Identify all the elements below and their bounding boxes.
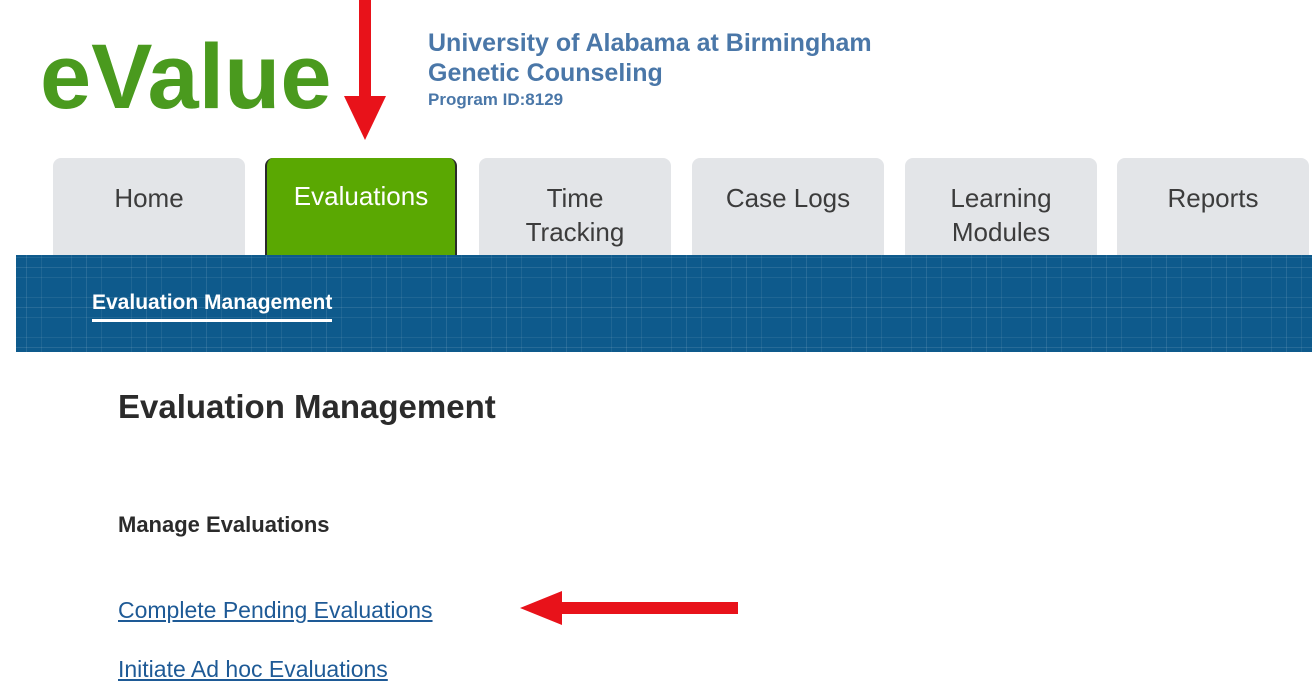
- tab-evaluations[interactable]: Evaluations: [265, 158, 457, 255]
- main-tabs: Home Evaluations Time Tracking Case Logs…: [0, 158, 1312, 255]
- section-title: Manage Evaluations: [118, 512, 330, 537]
- initiate-adhoc-evaluations-link[interactable]: Initiate Ad hoc Evaluations: [118, 656, 388, 683]
- tab-case-logs[interactable]: Case Logs: [692, 158, 884, 255]
- down-arrow-annotation: [344, 0, 386, 140]
- subnav-band: Evaluation Management: [16, 255, 1312, 352]
- complete-pending-evaluations-link[interactable]: Complete Pending Evaluations: [118, 597, 433, 624]
- tab-label: Time: [546, 183, 604, 213]
- tab-label: Learning: [950, 183, 1052, 213]
- arrow-head: [520, 591, 562, 625]
- program-info: University of Alabama at Birmingham Gene…: [428, 28, 872, 112]
- tab-reports[interactable]: Reports: [1117, 158, 1309, 255]
- org-name: University of Alabama at Birmingham: [428, 29, 872, 57]
- tab-label: Home: [114, 183, 184, 213]
- subnav-evaluation-management-link[interactable]: Evaluation Management: [92, 291, 333, 322]
- tab-label: Case Logs: [725, 183, 851, 213]
- tab-learning-modules[interactable]: Learning Modules: [905, 158, 1097, 255]
- page-title: Evaluation Management: [118, 388, 496, 425]
- logo-text: eValue: [40, 26, 332, 128]
- evalue-logo: eValue: [40, 26, 332, 128]
- tab-home[interactable]: Home: [53, 158, 245, 255]
- tab-label: Tracking: [525, 217, 625, 247]
- program-id: Program ID:8129: [428, 90, 564, 109]
- arrow-head: [344, 96, 386, 140]
- arrow-shaft: [558, 602, 738, 614]
- tab-label: Modules: [951, 217, 1051, 247]
- arrow-shaft: [359, 0, 371, 100]
- tab-label: Reports: [1167, 183, 1259, 213]
- left-arrow-annotation: [520, 591, 738, 625]
- tab-time-tracking[interactable]: Time Tracking: [479, 158, 671, 255]
- tab-label: Evaluations: [293, 181, 429, 211]
- program-name: Genetic Counseling: [428, 59, 663, 87]
